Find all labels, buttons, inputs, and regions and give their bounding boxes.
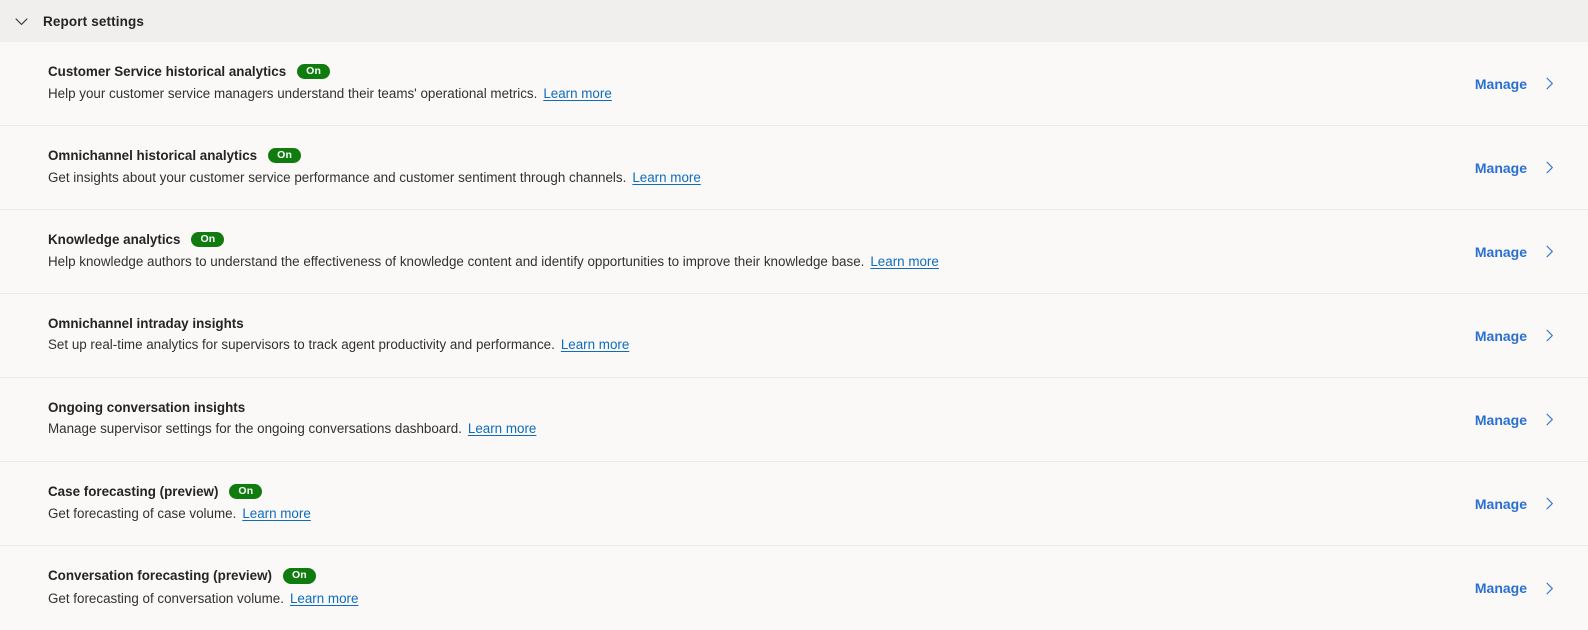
setting-row: Case forecasting (preview) On Get foreca… — [0, 462, 1588, 546]
setting-description-line: Get forecasting of conversation volume. L… — [48, 591, 358, 608]
status-badge: On — [282, 568, 316, 584]
status-badge: On — [297, 63, 331, 80]
setting-description: Get forecasting of case volume. — [48, 506, 237, 522]
setting-description-line: Get insights about your customer service… — [48, 170, 701, 187]
setting-row: Knowledge analytics On Help knowledge au… — [0, 210, 1588, 294]
section-title: Report settings — [43, 13, 145, 29]
setting-description-line: Help knowledge authors to understand the… — [48, 254, 939, 271]
status-badge: On — [268, 147, 302, 164]
setting-row: Omnichannel intraday insights Set up rea… — [0, 294, 1588, 378]
setting-description: Help knowledge authors to understand the… — [48, 254, 865, 270]
setting-row-content: Conversation forecasting (preview) On Ge… — [48, 568, 358, 607]
setting-row: Omnichannel historical analytics On Get … — [0, 126, 1588, 210]
setting-title-line: Omnichannel intraday insights — [48, 315, 629, 331]
chevron-right-icon — [1540, 495, 1558, 513]
setting-row: Conversation forecasting (preview) On Ge… — [0, 546, 1588, 630]
status-badge: On — [229, 483, 263, 500]
setting-description: Set up real-time analytics for superviso… — [48, 337, 555, 353]
chevron-right-icon — [1540, 243, 1558, 261]
setting-row-content: Customer Service historical analytics On… — [48, 63, 612, 103]
manage-link[interactable]: Manage — [1475, 75, 1562, 93]
setting-title: Omnichannel intraday insights — [48, 315, 244, 331]
setting-row-content: Knowledge analytics On Help knowledge au… — [48, 231, 939, 271]
setting-title: Customer Service historical analytics — [48, 63, 287, 79]
setting-description-line: Manage supervisor settings for the ongoi… — [48, 421, 536, 438]
chevron-right-icon — [1540, 327, 1558, 345]
chevron-down-icon[interactable] — [8, 8, 34, 34]
setting-description-line: Help your customer service managers unde… — [48, 86, 612, 103]
chevron-right-icon — [1540, 159, 1558, 177]
learn-more-link[interactable]: Learn more — [632, 170, 700, 185]
learn-more-link[interactable]: Learn more — [543, 86, 611, 101]
learn-more-link[interactable]: Learn more — [290, 591, 358, 606]
setting-title-line: Customer Service historical analytics On — [48, 63, 612, 80]
manage-label: Manage — [1474, 580, 1527, 596]
setting-row-content: Omnichannel intraday insights Set up rea… — [48, 317, 629, 354]
manage-label: Manage — [1474, 411, 1527, 428]
setting-title-line: Case forecasting (preview) On — [48, 483, 311, 500]
chevron-right-icon — [1540, 75, 1558, 93]
setting-description: Help your customer service managers unde… — [48, 86, 538, 102]
manage-label: Manage — [1474, 495, 1527, 512]
learn-more-link[interactable]: Learn more — [870, 254, 938, 269]
setting-description: Manage supervisor settings for the ongoi… — [48, 421, 462, 437]
manage-link[interactable]: Manage — [1475, 411, 1562, 429]
learn-more-link[interactable]: Learn more — [468, 421, 536, 436]
setting-row-content: Case forecasting (preview) On Get foreca… — [48, 483, 311, 523]
setting-row: Ongoing conversation insights Manage sup… — [0, 378, 1588, 462]
manage-link[interactable]: Manage — [1475, 327, 1562, 345]
manage-link[interactable]: Manage — [1475, 243, 1562, 261]
manage-link[interactable]: Manage — [1475, 159, 1562, 177]
setting-title: Omnichannel historical analytics — [48, 147, 258, 163]
setting-title-line: Omnichannel historical analytics On — [48, 147, 701, 164]
setting-description: Get forecasting of conversation volume. — [48, 590, 284, 606]
learn-more-link[interactable]: Learn more — [242, 506, 310, 521]
chevron-right-icon — [1540, 411, 1558, 429]
setting-description-line: Set up real-time analytics for superviso… — [48, 337, 629, 354]
manage-label: Manage — [1474, 327, 1527, 344]
setting-title: Ongoing conversation insights — [48, 399, 246, 415]
manage-label: Manage — [1474, 75, 1527, 92]
setting-title: Conversation forecasting (preview) — [48, 568, 272, 584]
learn-more-link[interactable]: Learn more — [561, 337, 629, 352]
setting-title-line: Conversation forecasting (preview) On — [48, 568, 358, 584]
report-settings-list: Customer Service historical analytics On… — [0, 42, 1588, 630]
manage-link[interactable]: Manage — [1475, 579, 1562, 597]
manage-label: Manage — [1474, 159, 1527, 176]
setting-description: Get insights about your customer service… — [48, 170, 627, 186]
chevron-right-icon — [1540, 579, 1558, 597]
setting-title-line: Knowledge analytics On — [48, 231, 939, 248]
setting-row-content: Omnichannel historical analytics On Get … — [48, 147, 701, 187]
report-settings-header[interactable]: Report settings — [0, 0, 1588, 42]
setting-title-line: Ongoing conversation insights — [48, 399, 536, 415]
setting-title: Knowledge analytics — [48, 231, 181, 247]
manage-label: Manage — [1474, 243, 1527, 260]
manage-link[interactable]: Manage — [1475, 495, 1562, 513]
status-badge: On — [191, 231, 225, 248]
setting-row-content: Ongoing conversation insights Manage sup… — [48, 401, 536, 438]
setting-description-line: Get forecasting of case volume. Learn mor… — [48, 506, 311, 523]
setting-row: Customer Service historical analytics On… — [0, 42, 1588, 126]
setting-title: Case forecasting (preview) — [48, 483, 219, 499]
